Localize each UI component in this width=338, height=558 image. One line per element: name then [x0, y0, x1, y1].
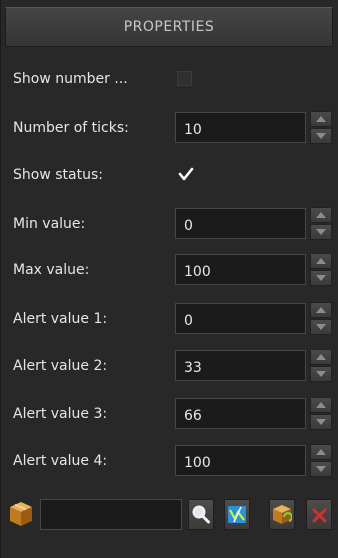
alert-value-3-increment-button[interactable]: [310, 397, 332, 413]
alert-value-4-decrement-button[interactable]: [310, 461, 332, 477]
search-button[interactable]: [188, 499, 214, 530]
max-value-input[interactable]: 100: [175, 254, 306, 285]
min-value-input[interactable]: 0: [175, 208, 306, 239]
arrow-up-icon: [316, 307, 326, 313]
arrow-up-icon: [316, 258, 326, 264]
arrow-down-icon: [316, 466, 326, 472]
edit-chart-button[interactable]: [224, 499, 250, 530]
show-number-row: Show number ...: [1, 59, 338, 99]
arrow-up-icon: [316, 449, 326, 455]
alert-value-2-label: Alert value 2:: [13, 358, 108, 374]
arrow-down-icon: [316, 133, 326, 139]
max-value-label: Max value:: [13, 262, 90, 278]
max-value-decrement-button[interactable]: [310, 270, 332, 286]
arrow-down-icon: [316, 229, 326, 235]
number-of-ticks-input[interactable]: 10: [175, 112, 306, 143]
show-status-row: Show status:: [1, 155, 338, 195]
alert-value-4-spinner: [310, 444, 332, 477]
show-status-label: Show status:: [13, 167, 103, 183]
arrow-down-icon: [316, 324, 326, 330]
search-icon: [192, 505, 210, 524]
show-number-label: Show number ...: [13, 71, 128, 87]
delete-icon: [312, 508, 327, 523]
alert-value-3-label: Alert value 3:: [13, 406, 108, 422]
alert-value-4-row: Alert value 4: 100: [1, 441, 338, 481]
panel-title: PROPERTIES: [5, 7, 333, 47]
arrow-down-icon: [316, 419, 326, 425]
edit-chart-icon: [228, 506, 246, 523]
alert-value-1-spinner: [310, 302, 332, 335]
alert-value-1-row: Alert value 1: 0: [1, 299, 338, 339]
min-value-increment-button[interactable]: [310, 207, 332, 223]
properties-panel: PROPERTIES Show number ... Number of tic…: [0, 0, 338, 558]
min-value-decrement-button[interactable]: [310, 224, 332, 240]
number-of-ticks-row: Number of ticks: 10: [1, 108, 338, 148]
show-status-checkbox[interactable]: [178, 166, 194, 182]
alert-value-1-input[interactable]: 0: [175, 303, 306, 334]
alert-value-2-row: Alert value 2: 33: [1, 346, 338, 386]
arrow-down-icon: [316, 371, 326, 377]
alert-value-4-input[interactable]: 100: [175, 445, 306, 476]
package-refresh-icon: [273, 505, 292, 524]
alert-value-3-decrement-button[interactable]: [310, 414, 332, 430]
alert-value-2-spinner: [310, 349, 332, 382]
alert-value-3-spinner: [310, 397, 332, 430]
alert-value-2-decrement-button[interactable]: [310, 366, 332, 382]
min-value-label: Min value:: [13, 216, 86, 232]
alert-value-2-increment-button[interactable]: [310, 349, 332, 365]
min-value-row: Min value: 0: [1, 204, 338, 244]
max-value-increment-button[interactable]: [310, 253, 332, 269]
package-icon: [10, 502, 32, 526]
package-refresh-button[interactable]: [269, 499, 295, 530]
alert-value-1-decrement-button[interactable]: [310, 319, 332, 335]
number-of-ticks-increment-button[interactable]: [310, 111, 332, 127]
toolbar-text-field[interactable]: [40, 499, 182, 530]
alert-value-1-label: Alert value 1:: [13, 311, 108, 327]
max-value-row: Max value: 100: [1, 250, 338, 290]
alert-value-2-input[interactable]: 33: [175, 350, 306, 381]
arrow-up-icon: [316, 402, 326, 408]
bottom-toolbar: [1, 496, 338, 536]
number-of-ticks-decrement-button[interactable]: [310, 128, 332, 144]
show-number-checkbox[interactable]: [177, 71, 192, 86]
max-value-spinner: [310, 253, 332, 286]
alert-value-1-increment-button[interactable]: [310, 302, 332, 318]
delete-button[interactable]: [306, 499, 332, 530]
arrow-up-icon: [316, 354, 326, 360]
arrow-up-icon: [316, 212, 326, 218]
arrow-down-icon: [316, 275, 326, 281]
alert-value-3-input[interactable]: 66: [175, 398, 306, 429]
number-of-ticks-spinner: [310, 111, 332, 144]
alert-value-4-increment-button[interactable]: [310, 444, 332, 460]
min-value-spinner: [310, 207, 332, 240]
arrow-up-icon: [316, 116, 326, 122]
number-of-ticks-label: Number of ticks:: [13, 120, 129, 136]
alert-value-3-row: Alert value 3: 66: [1, 394, 338, 434]
alert-value-4-label: Alert value 4:: [13, 453, 108, 469]
